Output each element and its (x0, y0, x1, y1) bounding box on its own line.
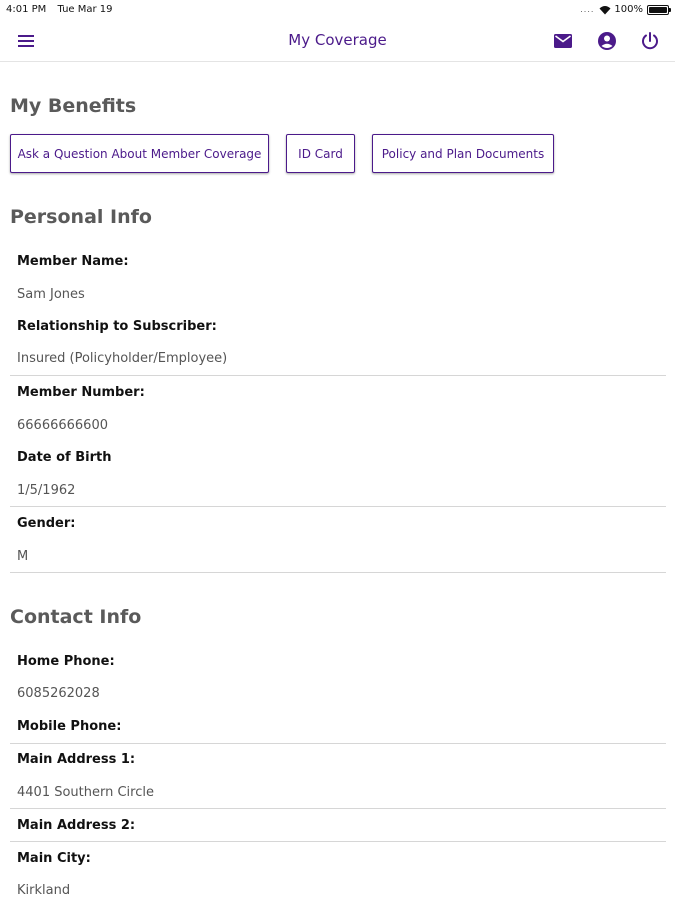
id-card-button[interactable]: ID Card (286, 134, 355, 173)
home-phone-label: Home Phone: (17, 654, 115, 669)
relationship-label: Relationship to Subscriber: (17, 319, 217, 334)
status-date: Tue Mar 19 (57, 4, 113, 15)
status-left: 4:01 PM Tue Mar 19 (6, 4, 121, 15)
personal-info-heading: Personal Info (10, 206, 152, 228)
main-address-2-label: Main Address 2: (17, 818, 136, 833)
signal-icon: .... (580, 5, 595, 14)
gender-label: Gender: (17, 516, 76, 531)
menu-icon (18, 35, 34, 47)
status-bar: 4:01 PM Tue Mar 19 .... 100% (0, 0, 675, 20)
divider (10, 808, 666, 809)
main-address-1-value: 4401 Southern Circle (17, 785, 154, 800)
menu-button[interactable] (14, 29, 38, 53)
contact-info-heading: Contact Info (10, 606, 142, 628)
battery-icon (647, 4, 671, 15)
date-of-birth-label: Date of Birth (17, 450, 112, 465)
mail-icon (554, 34, 572, 48)
member-number-label: Member Number: (17, 385, 145, 400)
member-name-label: Member Name: (17, 254, 129, 269)
member-number-value: 66666666600 (17, 418, 108, 433)
date-of-birth-value: 1/5/1962 (17, 483, 76, 498)
divider (10, 841, 666, 842)
relationship-value: Insured (Policyholder/Employee) (17, 351, 228, 366)
divider (10, 572, 666, 573)
ask-question-button[interactable]: Ask a Question About Member Coverage (10, 134, 269, 173)
wifi-icon (599, 5, 611, 14)
member-name-value: Sam Jones (17, 287, 85, 302)
policy-documents-button[interactable]: Policy and Plan Documents (372, 134, 554, 173)
power-button[interactable] (637, 28, 663, 54)
divider (10, 375, 666, 376)
mail-button[interactable] (550, 28, 576, 54)
gender-value: M (17, 549, 29, 564)
divider (10, 506, 666, 507)
status-right: .... 100% (580, 4, 671, 15)
home-phone-value: 6085262028 (17, 686, 100, 701)
main-address-1-label: Main Address 1: (17, 752, 136, 767)
nav-bar: My Coverage (0, 20, 675, 62)
main-city-label: Main City: (17, 851, 91, 866)
status-time: 4:01 PM (6, 4, 47, 15)
power-icon (642, 32, 658, 50)
mobile-phone-label: Mobile Phone: (17, 719, 122, 734)
battery-percent: 100% (614, 4, 643, 15)
account-button[interactable] (594, 28, 620, 54)
account-icon (598, 32, 616, 50)
benefits-heading: My Benefits (10, 95, 137, 117)
main-city-value: Kirkland (17, 883, 71, 898)
divider (10, 743, 666, 744)
